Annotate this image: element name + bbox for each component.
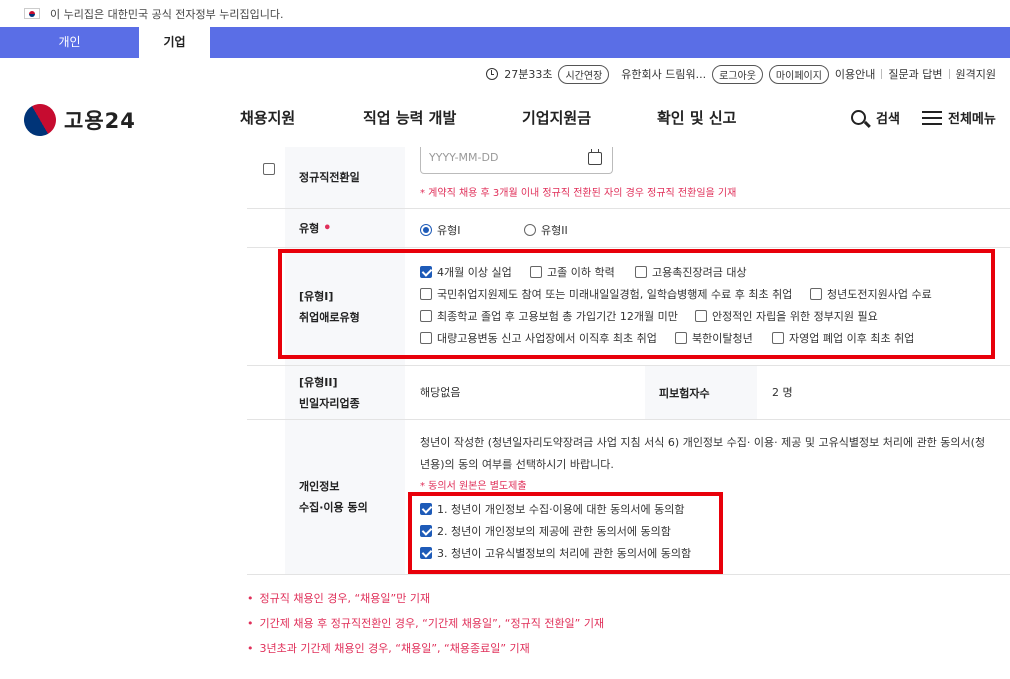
hamburger-icon — [922, 110, 942, 125]
type2-value: 해당없음 — [420, 386, 461, 399]
clock-icon — [486, 68, 499, 80]
regular-date-note: * 계약직 채용 후 3개월 이내 정규직 전환된 자의 경우 정규직 전환일을… — [420, 188, 737, 199]
search-icon — [851, 110, 866, 125]
mypage-button[interactable]: 마이페이지 — [768, 64, 829, 84]
type-label: 유형 • — [285, 209, 405, 247]
all-menu-label: 전체메뉴 — [948, 112, 996, 127]
type2-radio[interactable]: 유형II — [524, 222, 568, 238]
note-item: • 3년초과 기간제 채용인 경우, “채용일”, “채용종료일” 기재 — [247, 642, 530, 655]
row-type2: [유형II] 빈일자리업종 해당없음 피보험자수 2 명 — [247, 366, 1010, 420]
date-placeholder: YYYY-MM-DD — [429, 151, 499, 164]
search-label: 검색 — [876, 112, 900, 127]
consent-description: 청년이 작성한 (청년일자리도약장려금 사업 지침 서식 6) 개인정보 수집·… — [420, 436, 986, 471]
utility-bar: 27분33초 시간연장 유한회사 드림워... 로그아웃 마이페이지 이용안내 … — [486, 64, 996, 84]
gov-banner: 이 누리집은 대한민국 공식 전자정부 누리집입니다. — [0, 0, 1010, 27]
logo-text: 고용24 — [64, 109, 136, 133]
gov-notice-text: 이 누리집은 대한민국 공식 전자정부 누리집입니다. — [50, 7, 284, 21]
highlight-box-type1 — [278, 249, 995, 359]
consent-label: 개인정보 수집·이용 동의 — [285, 420, 405, 574]
link-remote[interactable]: 원격지원 — [956, 66, 996, 82]
logout-button[interactable]: 로그아웃 — [712, 64, 763, 84]
insured-count-label: 피보험자수 — [645, 366, 757, 419]
type1-radio[interactable]: 유형I — [420, 222, 460, 238]
type2-label: [유형II] 빈일자리업종 — [285, 366, 405, 419]
row-type: 유형 • 유형I 유형II — [247, 209, 1010, 248]
user-type-tabs: 개인 기업 — [0, 27, 1010, 58]
taegeuk-logo-icon — [18, 98, 62, 142]
session-timer: 27분33초 — [504, 68, 553, 81]
company-name: 유한회사 드림워... — [621, 68, 707, 81]
site-header: 고용24 채용지원 직업 능력 개발 기업지원금 확인 및 신고 검색 전체메뉴 — [0, 92, 1010, 147]
korea-flag-icon — [24, 8, 40, 19]
nav-subsidy[interactable]: 기업지원금 — [522, 107, 591, 128]
divider — [948, 69, 950, 79]
note-item: • 기간제 채용 후 정규직전환인 경우, “기간제 채용일”, “정규직 전환일… — [247, 617, 605, 630]
extend-time-button[interactable]: 시간연장 — [558, 64, 610, 84]
consent-note: * 동의서 원본은 별도제출 — [420, 481, 527, 492]
radio-selected-icon — [420, 224, 432, 236]
site-logo[interactable]: 고용24 — [18, 98, 136, 142]
insured-count-value: 2 명 — [772, 386, 793, 399]
tab-personal[interactable]: 개인 — [0, 27, 139, 58]
tab-business[interactable]: 기업 — [139, 27, 210, 58]
link-qna[interactable]: 질문과 답변 — [888, 66, 942, 82]
regular-date-checkbox[interactable] — [263, 163, 275, 175]
calendar-icon[interactable] — [588, 149, 602, 165]
highlight-box-consent — [408, 492, 723, 574]
search-button[interactable]: 검색 — [851, 108, 900, 127]
nav-recruit[interactable]: 채용지원 — [240, 107, 295, 128]
divider — [881, 69, 883, 79]
link-guide[interactable]: 이용안내 — [835, 66, 875, 82]
regular-date-input[interactable]: YYYY-MM-DD — [420, 147, 613, 174]
radio-icon — [524, 224, 536, 236]
row-regular-date: 정규직전환일 YYYY-MM-DD * 계약직 채용 후 3개월 이내 정규직 … — [247, 147, 1010, 209]
note-item: • 정규직 채용인 경우, “채용일”만 기재 — [247, 592, 431, 605]
nav-training[interactable]: 직업 능력 개발 — [363, 107, 456, 128]
all-menu-button[interactable]: 전체메뉴 — [922, 108, 996, 127]
regular-date-label: 정규직전환일 — [285, 147, 405, 208]
nav-report[interactable]: 확인 및 신고 — [657, 107, 736, 128]
